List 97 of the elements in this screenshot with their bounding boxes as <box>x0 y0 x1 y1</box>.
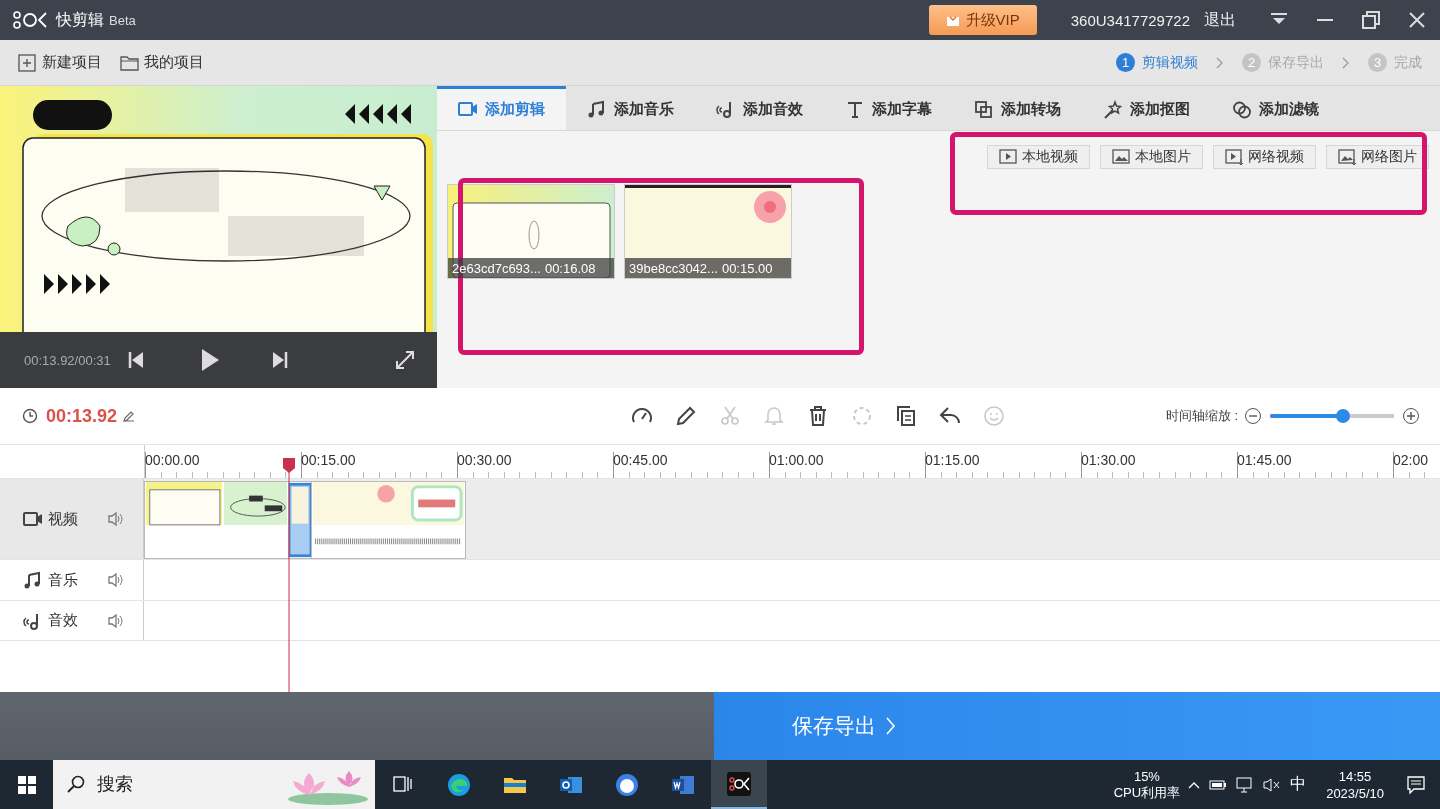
timeline-clip[interactable] <box>311 481 466 559</box>
clip-name: 2e63cd7c693... <box>452 260 541 276</box>
clock-date: 2023/5/10 <box>1326 784 1384 802</box>
chevron-right-icon <box>1342 56 1350 69</box>
ruler-label: 00:00.00 <box>145 452 200 468</box>
upgrade-vip-button[interactable]: 升级VIP <box>928 5 1037 35</box>
windows-logo-icon[interactable] <box>17 775 36 794</box>
restore-icon[interactable] <box>1362 11 1380 29</box>
app-edition: Beta <box>109 12 136 28</box>
overlap-circles-icon <box>1232 99 1252 120</box>
close-icon[interactable] <box>1408 11 1426 29</box>
skip-back-icon[interactable] <box>128 350 144 370</box>
fullscreen-icon[interactable] <box>395 350 415 370</box>
playhead-marker[interactable] <box>282 457 296 693</box>
play-icon[interactable] <box>200 348 220 372</box>
zoom-out-icon[interactable] <box>1244 407 1262 425</box>
folder-icon <box>120 53 139 72</box>
battery-icon[interactable] <box>1209 778 1228 791</box>
zoom-in-icon[interactable] <box>1402 407 1420 425</box>
import-button[interactable]: 本地图片 <box>1100 145 1203 169</box>
magic-wand-icon <box>1103 99 1123 120</box>
media-item[interactable]: 39be8cc3042... 00:15.00 <box>625 185 791 278</box>
tab[interactable]: 添加剪辑 <box>437 86 566 130</box>
step-number-badge: 3 <box>1368 53 1387 72</box>
ruler-label: 01:30.00 <box>1081 452 1136 468</box>
ruler-label: 00:45.00 <box>613 452 668 468</box>
notification-icon[interactable] <box>1406 774 1426 795</box>
plus-square-icon <box>18 53 37 72</box>
cpu-label: CPU利用率 <box>1113 784 1181 801</box>
ruler-label: 02:00 <box>1393 452 1429 468</box>
video-camera-icon <box>23 510 43 528</box>
tab[interactable]: 添加音乐 <box>566 86 695 130</box>
my-projects-button[interactable]: 我的项目 <box>120 53 204 72</box>
tab[interactable]: 添加抠图 <box>1082 86 1211 130</box>
step-number-badge: 2 <box>1242 53 1261 72</box>
input-method-indicator[interactable]: 中 <box>1290 774 1307 795</box>
browser-wave-icon[interactable] <box>447 772 471 797</box>
text-icon <box>845 99 865 120</box>
ruler-label: 01:00.00 <box>769 452 824 468</box>
clock-icon <box>22 408 38 424</box>
ruler-label: 00:30.00 <box>457 452 512 468</box>
search-icon <box>67 775 85 793</box>
track-label: 视频 <box>48 509 79 529</box>
import-button[interactable]: 本地视频 <box>987 145 1090 169</box>
step-label: 剪辑视频 <box>1142 53 1198 72</box>
timeline-clip[interactable] <box>144 481 289 559</box>
speaker-icon[interactable] <box>107 572 123 588</box>
picture-download-icon <box>1338 148 1357 166</box>
step-label: 保存导出 <box>1268 53 1324 72</box>
ruler-label: 01:45.00 <box>1237 452 1292 468</box>
track-label: 音乐 <box>48 570 79 590</box>
chevron-right-icon <box>886 717 896 735</box>
speaker-icon[interactable] <box>107 511 123 527</box>
clip-name: 39be8cc3042... <box>629 260 718 276</box>
timeline-clip[interactable] <box>288 481 312 559</box>
tab[interactable]: 添加滤镜 <box>1211 86 1340 130</box>
skip-forward-icon[interactable] <box>272 350 288 370</box>
tab[interactable]: 添加转场 <box>953 86 1082 130</box>
slider-thumb[interactable] <box>1336 409 1351 423</box>
overlap-squares-icon <box>974 99 994 120</box>
step-number-badge: 1 <box>1116 53 1135 72</box>
tab[interactable]: 添加字幕 <box>824 86 953 130</box>
import-button[interactable]: 网络视频 <box>1213 145 1316 169</box>
save-export-button[interactable]: 保存导出 <box>714 692 1440 760</box>
taskbar-search-field[interactable]: 搜索 <box>53 760 375 809</box>
chevron-right-icon <box>1216 56 1224 69</box>
import-button[interactable]: 网络图片 <box>1326 145 1429 169</box>
clip-duration: 00:15.00 <box>721 260 773 276</box>
app-name: 快剪辑 <box>56 9 104 30</box>
playback-time: 00:13.92/00:31 <box>24 352 112 368</box>
new-project-button[interactable]: 新建项目 <box>18 53 102 72</box>
pencil-icon[interactable] <box>123 410 136 422</box>
app-logo-icon[interactable] <box>727 771 751 796</box>
network-monitor-icon[interactable] <box>1236 776 1255 793</box>
speaker-icon[interactable] <box>107 612 123 629</box>
track-label: 音效 <box>48 611 79 630</box>
chevron-up-icon[interactable] <box>1188 780 1201 789</box>
current-time: 00:13.92 <box>46 405 118 427</box>
picture-icon <box>1112 148 1131 166</box>
music-note-icon <box>23 571 43 589</box>
clip-duration: 00:16.08 <box>544 260 596 276</box>
play-download-icon <box>1225 148 1244 166</box>
music-note-icon <box>587 99 607 120</box>
zoom-label: 时间轴缩放 : <box>1165 407 1238 425</box>
logout-link[interactable]: 退出 <box>1204 9 1236 31</box>
clock-time: 14:55 <box>1338 767 1372 785</box>
tab[interactable]: 添加音效 <box>695 86 824 130</box>
play-frame-icon <box>999 148 1018 166</box>
ruler-label: 00:15.00 <box>301 452 356 468</box>
cpu-percent: 15% <box>1133 768 1160 785</box>
media-item[interactable]: 2e63cd7c693... 00:16.08 <box>448 185 614 278</box>
gift-icon <box>945 13 960 27</box>
step-label: 完成 <box>1394 53 1422 72</box>
user-name: 360U3417729722 <box>1070 11 1190 29</box>
speaker-muted-icon[interactable] <box>1263 776 1282 793</box>
ruler-label: 01:15.00 <box>925 452 980 468</box>
app-logo-icon <box>12 9 50 31</box>
